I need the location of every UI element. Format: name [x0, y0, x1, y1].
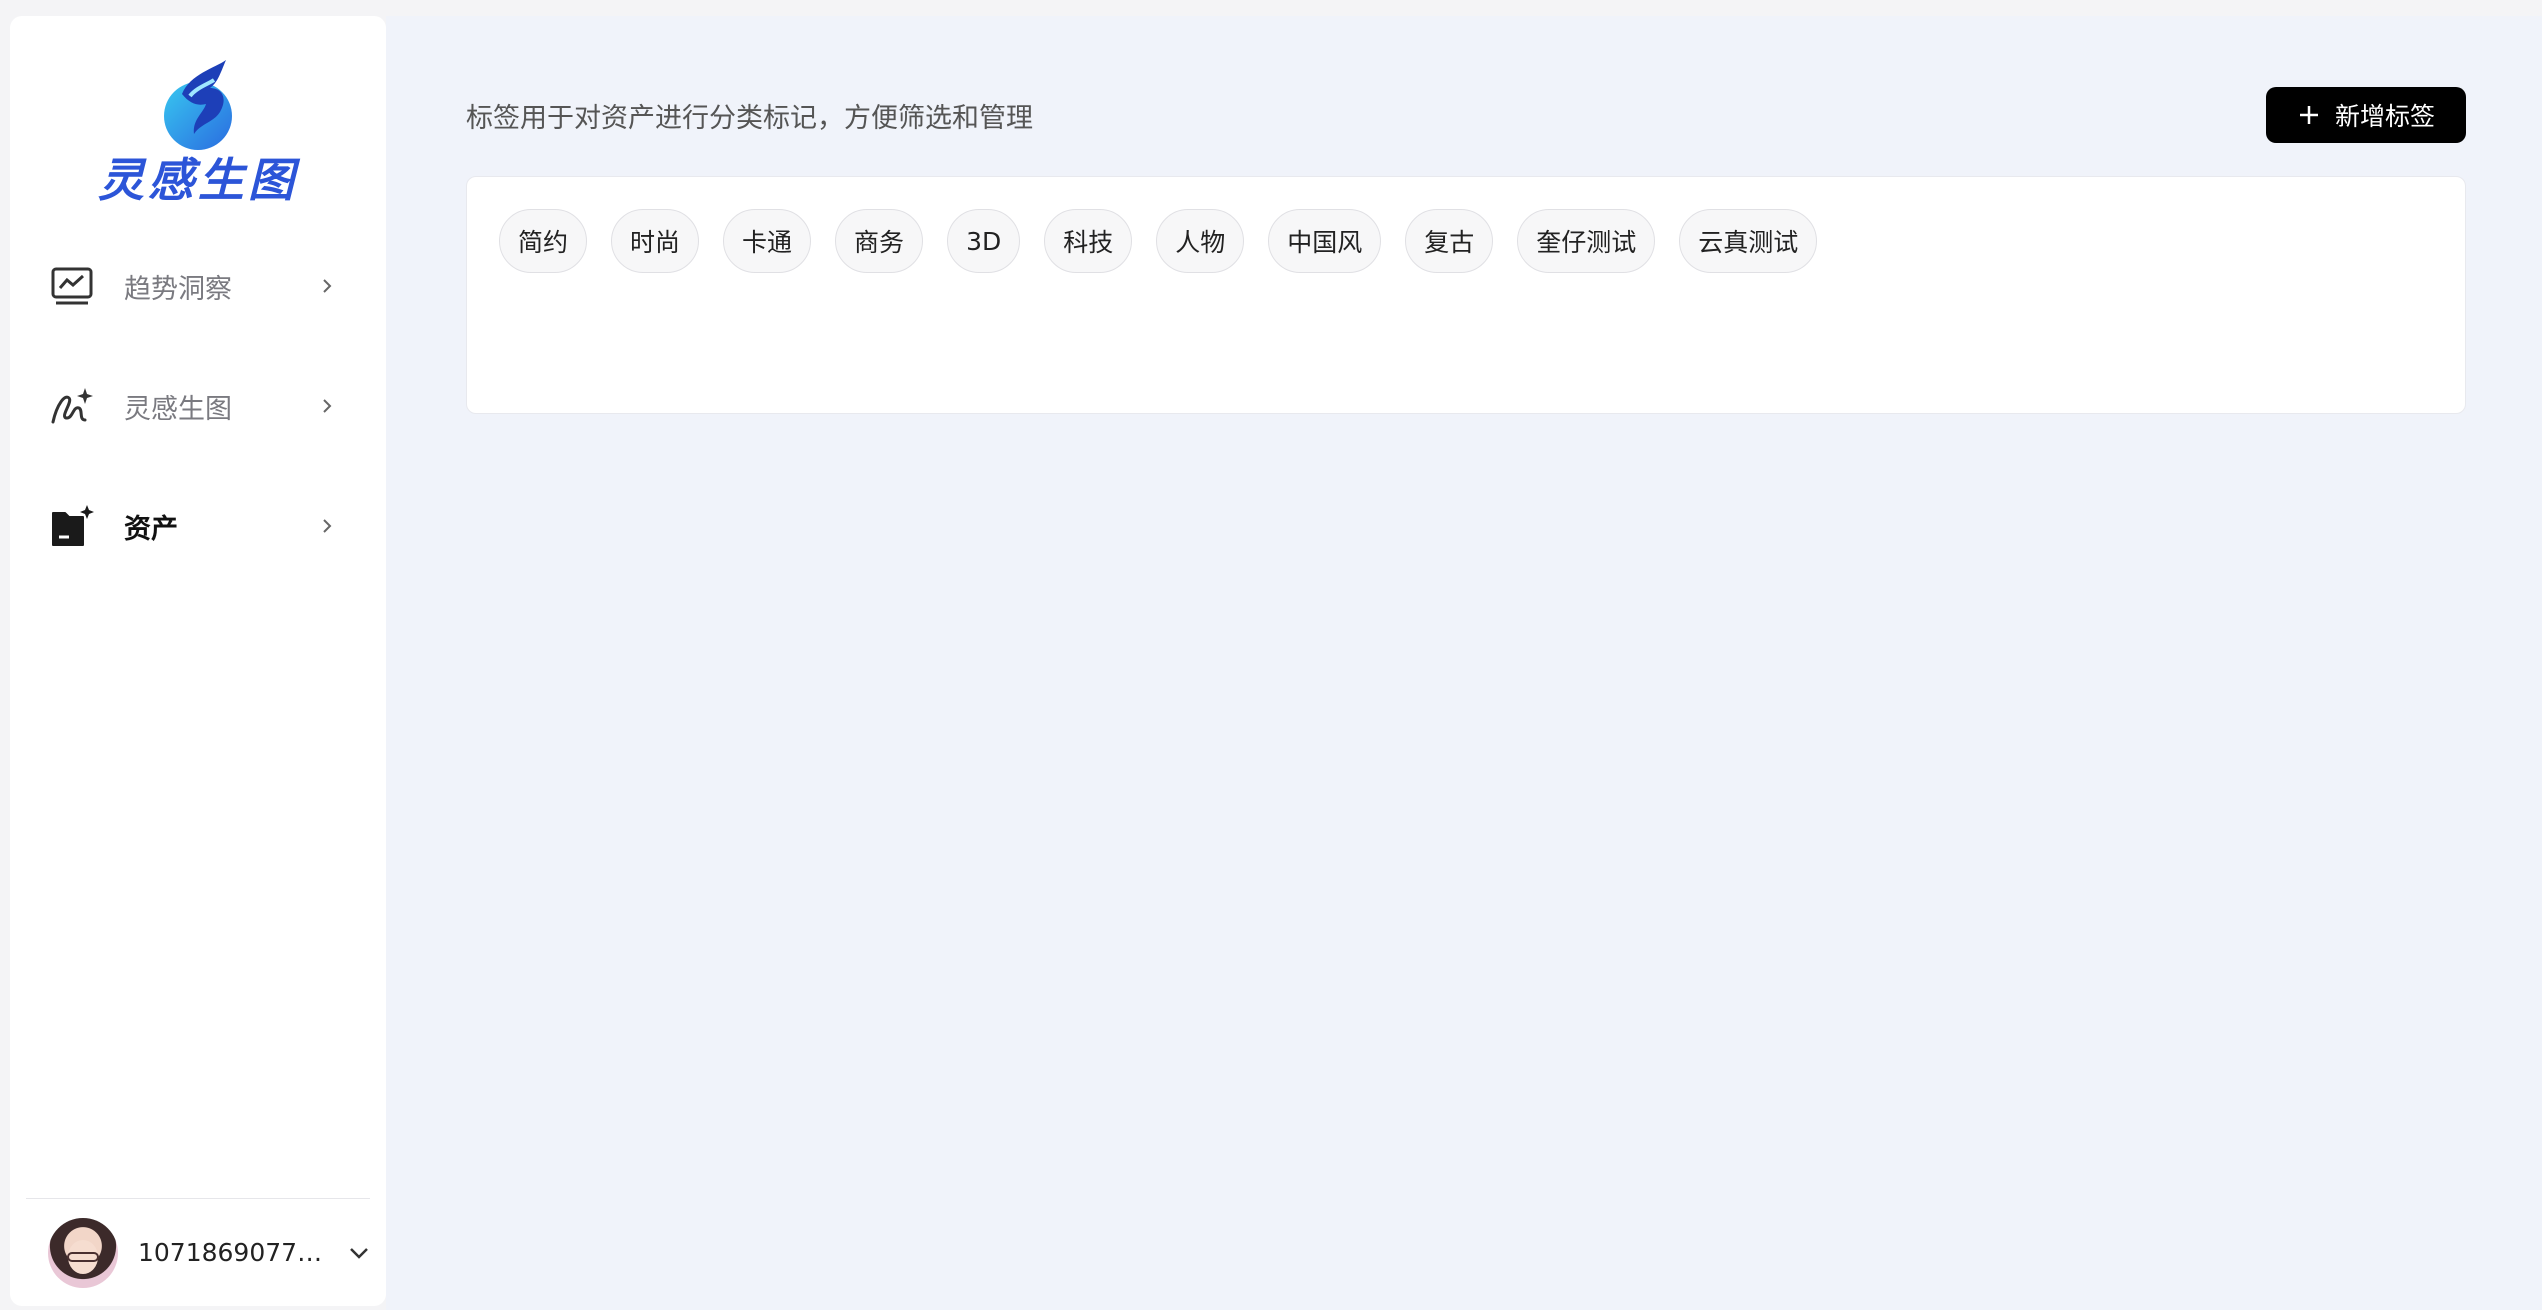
dragon-logo-icon	[164, 60, 232, 150]
tag-chip[interactable]: 时尚	[611, 209, 700, 273]
chevron-right-icon	[323, 519, 332, 533]
tag-chip[interactable]: 中国风	[1268, 209, 1382, 273]
add-tag-button[interactable]: 新增标签	[2266, 87, 2466, 143]
magic-draw-icon	[48, 382, 96, 430]
avatar-glasses	[67, 1251, 99, 1262]
tag-chip[interactable]: 商务	[835, 209, 924, 273]
plus-icon	[2299, 106, 2318, 124]
tag-chip[interactable]: 简约	[499, 209, 588, 273]
tag-chip[interactable]: 3D	[947, 209, 1021, 273]
user-profile[interactable]: 10718690774...	[26, 1198, 370, 1306]
sidebar-item-label: 灵感生图	[124, 393, 232, 425]
user-name: 10718690774...	[138, 1238, 328, 1267]
brand-logo[interactable]: 灵感生图	[10, 36, 386, 207]
add-tag-button-label: 新增标签	[2334, 102, 2435, 131]
chevron-down-icon[interactable]	[348, 1242, 370, 1264]
sidebar-item-label: 资产	[124, 513, 178, 545]
app-root: 灵感生图 趋势洞察 灵感生图 资产 10718690774... 标签用于对资产…	[0, 0, 2542, 1310]
sidebar-item-inspiration[interactable]: 灵感生图	[10, 346, 386, 466]
avatar	[48, 1217, 118, 1288]
tag-chip[interactable]: 复古	[1405, 209, 1494, 273]
tag-list: 简约 时尚 卡通 商务 3D 科技 人物 中国风 复古 奎仔测试 云真测试	[466, 176, 2466, 414]
page-description: 标签用于对资产进行分类标记，方便筛选和管理	[466, 103, 1033, 134]
chevron-right-icon	[323, 279, 332, 293]
sidebar-item-label: 趋势洞察	[124, 273, 232, 305]
sidebar: 灵感生图 趋势洞察 灵感生图 资产 10718690774...	[10, 16, 386, 1306]
trend-chart-icon	[48, 262, 96, 310]
tag-chip[interactable]: 云真测试	[1679, 209, 1818, 273]
chevron-right-icon	[323, 399, 332, 413]
tag-chip[interactable]: 奎仔测试	[1517, 209, 1656, 273]
tag-chip[interactable]: 卡通	[723, 209, 812, 273]
sidebar-nav: 趋势洞察 灵感生图 资产	[10, 226, 386, 586]
tag-chip[interactable]: 人物	[1156, 209, 1245, 273]
asset-folder-icon	[48, 502, 96, 550]
sidebar-item-trends[interactable]: 趋势洞察	[10, 226, 386, 346]
brand-name: 灵感生图	[98, 153, 298, 207]
tag-chip[interactable]: 科技	[1044, 209, 1133, 273]
main-content: 标签用于对资产进行分类标记，方便筛选和管理 新增标签 简约 时尚 卡通 商务 3…	[386, 16, 2542, 1310]
sidebar-item-assets[interactable]: 资产	[10, 466, 386, 586]
